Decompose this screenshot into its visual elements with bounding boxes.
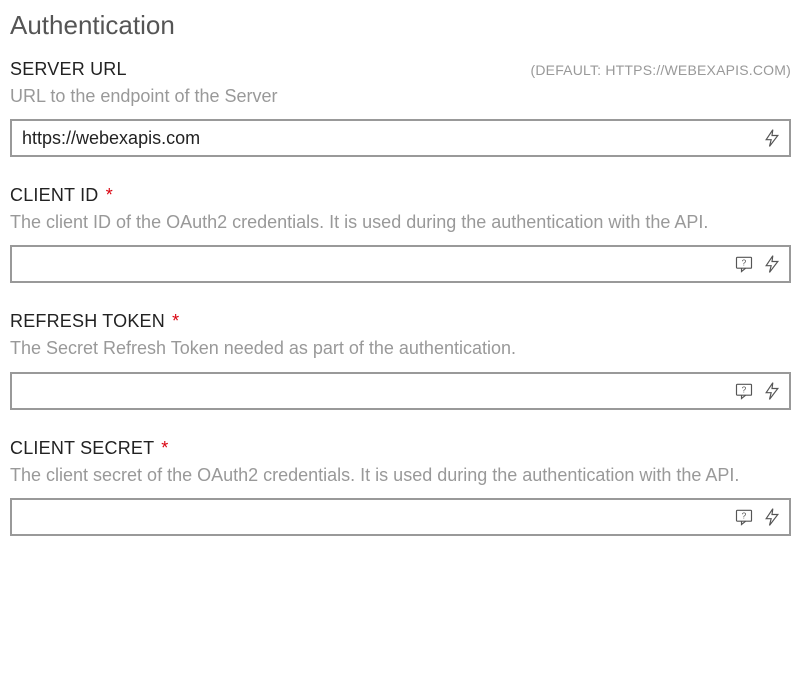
lightning-icon[interactable] — [761, 253, 783, 275]
client-id-description: The client ID of the OAuth2 credentials.… — [10, 210, 791, 235]
refresh-token-description: The Secret Refresh Token needed as part … — [10, 336, 791, 361]
lightning-icon[interactable] — [761, 506, 783, 528]
label-text: CLIENT SECRET — [10, 438, 154, 458]
client-secret-label: CLIENT SECRET * — [10, 438, 168, 459]
field-header: CLIENT ID * — [10, 185, 791, 206]
svg-text:?: ? — [742, 258, 747, 268]
input-icons: ? — [733, 374, 789, 408]
server-url-description: URL to the endpoint of the Server — [10, 84, 791, 109]
svg-text:?: ? — [742, 510, 747, 520]
help-bubble-icon[interactable]: ? — [733, 380, 755, 402]
lightning-icon[interactable] — [761, 380, 783, 402]
label-text: REFRESH TOKEN — [10, 311, 165, 331]
field-header: REFRESH TOKEN * — [10, 311, 791, 332]
server-url-default-hint: (DEFAULT: HTTPS://WEBEXAPIS.COM) — [530, 62, 791, 78]
required-marker: * — [106, 185, 113, 205]
input-icons: ? — [733, 500, 789, 534]
field-server-url: SERVER URL (DEFAULT: HTTPS://WEBEXAPIS.C… — [10, 59, 791, 157]
input-icons: ? — [733, 247, 789, 281]
help-bubble-icon[interactable]: ? — [733, 253, 755, 275]
section-title: Authentication — [10, 10, 791, 41]
field-header: CLIENT SECRET * — [10, 438, 791, 459]
refresh-token-label: REFRESH TOKEN * — [10, 311, 179, 332]
required-marker: * — [161, 438, 168, 458]
field-client-id: CLIENT ID * The client ID of the OAuth2 … — [10, 185, 791, 283]
refresh-token-input-row: ? — [10, 372, 791, 410]
client-secret-input-row: ? — [10, 498, 791, 536]
client-id-input-row: ? — [10, 245, 791, 283]
refresh-token-input[interactable] — [12, 374, 733, 408]
lightning-icon[interactable] — [761, 127, 783, 149]
server-url-input[interactable] — [12, 121, 761, 155]
field-client-secret: CLIENT SECRET * The client secret of the… — [10, 438, 791, 536]
client-id-input[interactable] — [12, 247, 733, 281]
label-text: CLIENT ID — [10, 185, 99, 205]
client-secret-input[interactable] — [12, 500, 733, 534]
field-header: SERVER URL (DEFAULT: HTTPS://WEBEXAPIS.C… — [10, 59, 791, 80]
server-url-label: SERVER URL — [10, 59, 127, 80]
client-secret-description: The client secret of the OAuth2 credenti… — [10, 463, 791, 488]
field-refresh-token: REFRESH TOKEN * The Secret Refresh Token… — [10, 311, 791, 409]
svg-text:?: ? — [742, 384, 747, 394]
client-id-label: CLIENT ID * — [10, 185, 113, 206]
input-icons — [761, 121, 789, 155]
required-marker: * — [172, 311, 179, 331]
help-bubble-icon[interactable]: ? — [733, 506, 755, 528]
server-url-input-row — [10, 119, 791, 157]
